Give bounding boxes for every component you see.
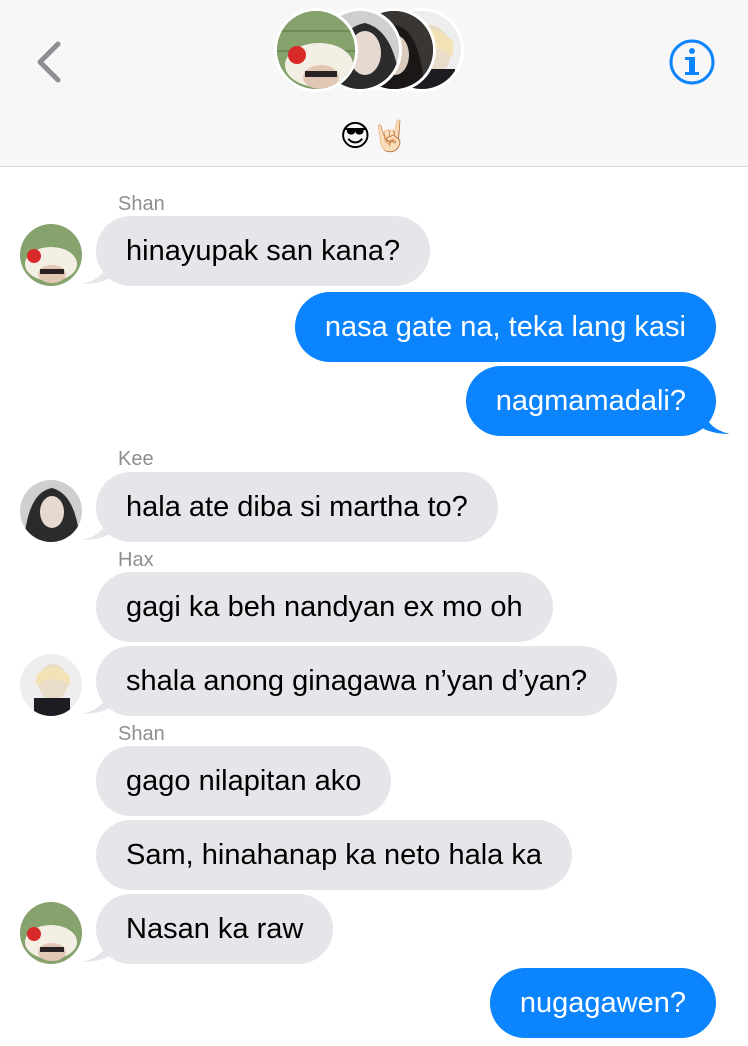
message-bubble-outgoing[interactable]: nagmamadali? [465, 366, 716, 436]
back-button[interactable] [28, 36, 72, 88]
message-bubble-outgoing[interactable]: nugagawen? [489, 968, 716, 1038]
bubble-tail [694, 406, 730, 434]
sender-label: Shan [118, 723, 165, 745]
group-avatar-stack[interactable] [274, 8, 470, 92]
chevron-left-icon [37, 41, 61, 83]
message-bubble-incoming[interactable]: hala ate diba si martha to? [96, 472, 498, 542]
member-avatar-shan [274, 8, 358, 92]
message-bubble-incoming[interactable]: Sam, hinahanap ka neto hala ka [96, 820, 572, 890]
avatar-hax[interactable] [20, 654, 82, 716]
message-bubble-incoming[interactable]: gagi ka beh nandyan ex mo oh [96, 572, 553, 642]
message-bubble-incoming[interactable]: hinayupak san kana? [96, 216, 431, 286]
message-bubble-incoming[interactable]: gago nilapitan ako [96, 746, 392, 816]
group-name[interactable]: 😎🤘🏻 [0, 118, 748, 156]
message-bubble-outgoing[interactable]: nasa gate na, teka lang kasi [294, 292, 716, 362]
info-circle-icon [669, 39, 715, 85]
info-button[interactable] [668, 38, 716, 86]
sender-label: Kee [118, 448, 154, 470]
bubble-tail [82, 512, 118, 540]
sender-label: Hax [118, 549, 154, 571]
bubble-tail [82, 256, 118, 284]
avatar-shan[interactable] [20, 224, 82, 286]
bubble-tail [82, 686, 118, 714]
avatar-shan[interactable] [20, 902, 82, 964]
avatar-kee[interactable] [20, 480, 82, 542]
message-bubble-incoming[interactable]: shala anong ginagawa n’yan d’yan? [96, 646, 618, 716]
conversation-header: 😎🤘🏻 [0, 0, 748, 167]
sender-label: Shan [118, 193, 165, 215]
bubble-tail [82, 934, 118, 962]
message-bubble-incoming[interactable]: Nasan ka raw [96, 894, 334, 964]
